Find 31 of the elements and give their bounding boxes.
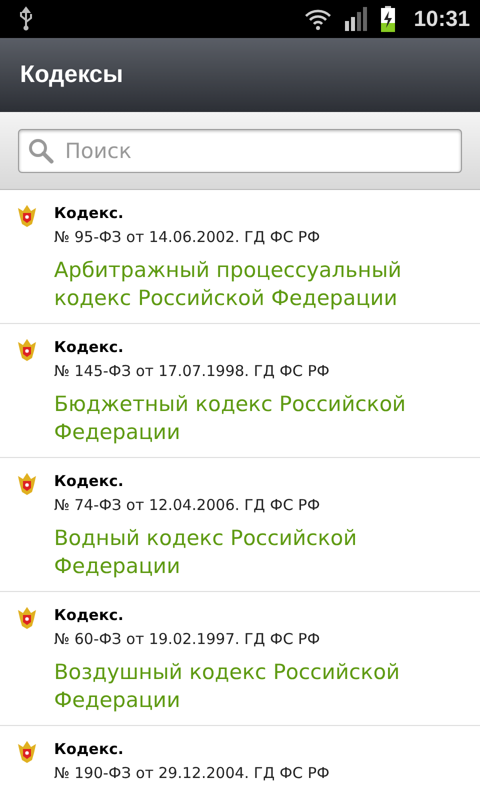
item-number: № 74-ФЗ от 12.04.2006. ГД ФС РФ: [54, 495, 322, 516]
item-type: Кодекс.: [54, 739, 125, 760]
list-item[interactable]: Кодекс. № 145-ФЗ от 17.07.1998. ГД ФС РФ Бюджетный кодекс Российской Федерации: [0, 324, 480, 458]
item-number: № 60-ФЗ от 19.02.1997. ГД ФС РФ: [54, 629, 322, 650]
list-item[interactable]: Кодекс. № 190-ФЗ от 29.12.2004. ГД ФС РФ: [0, 726, 480, 796]
clock-time: 10:31: [414, 6, 470, 32]
item-number: № 190-ФЗ от 29.12.2004. ГД ФС РФ: [54, 763, 331, 784]
item-type: Кодекс.: [54, 337, 125, 358]
coat-of-arms-icon: [16, 338, 38, 362]
item-title: Воздушный кодекс Российской Федерации: [54, 659, 401, 714]
battery-charging-icon: [380, 6, 396, 32]
coat-of-arms-icon: [16, 204, 38, 228]
screen-title: Кодексы: [20, 61, 124, 89]
item-title: Бюджетный кодекс Российской Федерации: [54, 391, 407, 446]
coat-of-arms-icon: [16, 606, 38, 630]
wifi-icon: [304, 8, 332, 30]
item-type: Кодекс.: [54, 605, 125, 626]
item-title: Водный кодекс Российской Федерации: [54, 525, 358, 580]
signal-icon: [344, 7, 368, 31]
item-type: Кодекс.: [54, 471, 125, 492]
coat-of-arms-icon: [16, 740, 38, 764]
item-number: № 95-ФЗ от 14.06.2002. ГД ФС РФ: [54, 227, 322, 248]
item-number: № 145-ФЗ от 17.07.1998. ГД ФС РФ: [54, 361, 331, 382]
list-item[interactable]: Кодекс. № 74-ФЗ от 12.04.2006. ГД ФС РФ Водный кодекс Российской Федерации: [0, 458, 480, 592]
usb-icon: [18, 6, 34, 32]
list-item[interactable]: Кодекс. № 95-ФЗ от 14.06.2002. ГД ФС РФ Арбитражный процессуальный кодекс Российской Федерации: [0, 190, 480, 324]
list-item[interactable]: Кодекс. № 60-ФЗ от 19.02.1997. ГД ФС РФ Воздушный кодекс Российской Федерации: [0, 592, 480, 726]
search-field[interactable]: Поиск: [18, 128, 462, 172]
item-title: Арбитражный процессуальный кодекс Российской Федерации: [54, 257, 403, 312]
coat-of-arms-icon: [16, 472, 38, 496]
item-type: Кодекс.: [54, 203, 125, 224]
